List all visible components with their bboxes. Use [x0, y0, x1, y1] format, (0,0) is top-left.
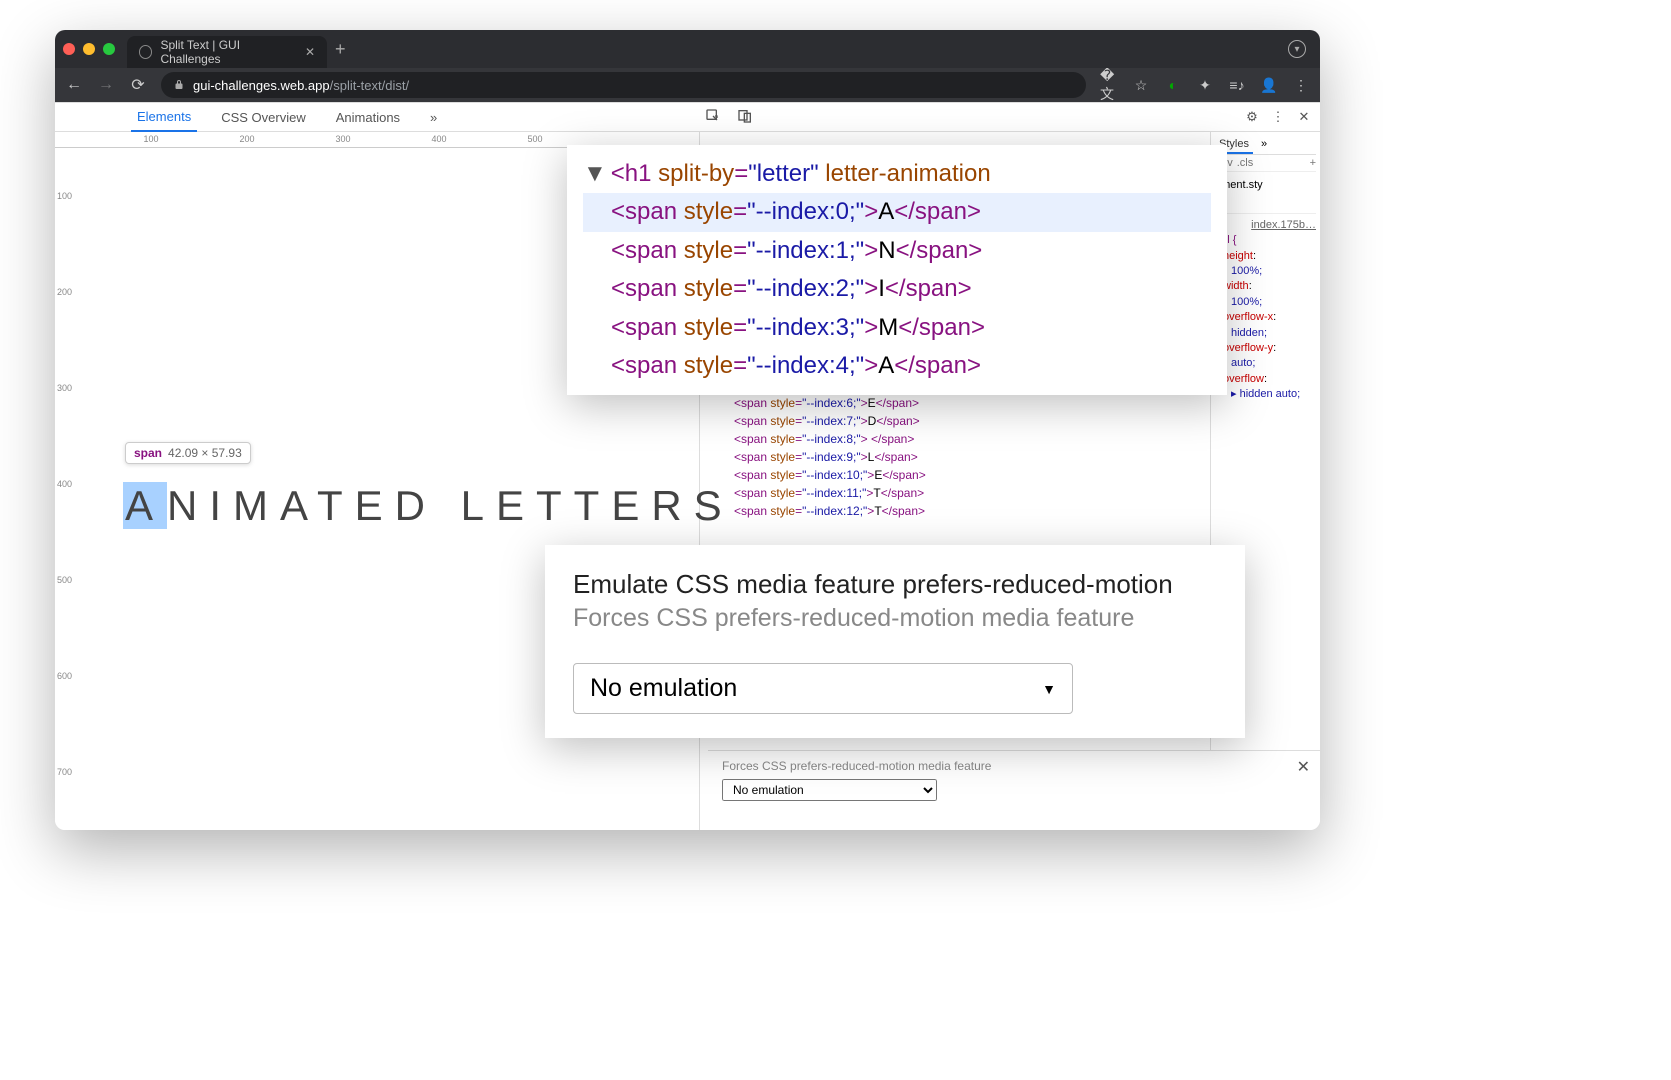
settings-icon[interactable]: ⚙	[1242, 109, 1262, 125]
emulate-select-value: No emulation	[590, 674, 737, 703]
heading-letter: T	[536, 482, 574, 529]
heading-letter: T	[317, 482, 355, 529]
new-tab-button[interactable]: +	[335, 39, 346, 60]
heading-letter: N	[167, 482, 209, 529]
device-toggle-icon[interactable]	[735, 108, 755, 127]
css-declaration[interactable]: overflow:▸ hidden auto;	[1215, 372, 1316, 403]
back-button[interactable]: ←	[65, 76, 83, 94]
extension-icon[interactable]: ◐	[1164, 76, 1182, 94]
browser-tab[interactable]: Split Text | GUI Challenges ✕	[127, 36, 327, 68]
emulate-title: Emulate CSS media feature prefers-reduce…	[573, 569, 1217, 600]
reload-button[interactable]: ⟳	[129, 75, 147, 95]
tooltip-dimensions: 42.09 × 57.93	[168, 446, 242, 460]
heading-letter: L	[461, 482, 496, 529]
dom-span-line[interactable]: <span style="--index:3;">M</span>	[583, 309, 1211, 347]
heading-letter: T	[574, 482, 612, 529]
close-window-icon[interactable]	[63, 43, 75, 55]
tab-elements[interactable]: Elements	[131, 102, 197, 132]
heading-letter: E	[496, 482, 536, 529]
minimize-window-icon[interactable]	[83, 43, 95, 55]
emulate-subtitle: Forces CSS prefers-reduced-motion media …	[573, 604, 1217, 633]
dom-span-line[interactable]: <span style="--index:11;">T</span>	[706, 484, 1204, 502]
close-drawer-icon[interactable]: ✕	[1297, 757, 1310, 777]
heading-letter: E	[611, 482, 651, 529]
profile-icon[interactable]: 👤	[1260, 76, 1278, 94]
dom-h1-line: ▼<h1 split-by="letter" letter-animation	[583, 155, 1211, 193]
address-bar: ← → ⟳ gui-challenges.web.app/split-text/…	[55, 68, 1320, 102]
magnified-dom-overlay: ▼<h1 split-by="letter" letter-animation …	[567, 145, 1227, 395]
expand-triangle-icon[interactable]: ▼	[583, 160, 607, 187]
heading-letter: I	[209, 482, 233, 529]
heading-letter: S	[694, 482, 734, 529]
dom-span-line[interactable]: <span style="--index:10;">E</span>	[706, 466, 1204, 484]
heading-letter: A	[280, 482, 317, 529]
more-styles-tab[interactable]: »	[1257, 136, 1271, 154]
reading-list-icon[interactable]: ≡♪	[1228, 76, 1246, 94]
translate-icon[interactable]: �文	[1100, 76, 1118, 94]
cls-toggle[interactable]: .cls	[1237, 157, 1254, 169]
heading-letter: R	[651, 482, 693, 529]
dom-span-line[interactable]: <span style="--index:2;">I</span>	[583, 270, 1211, 308]
kebab-icon[interactable]: ⋮	[1268, 109, 1288, 125]
inspect-icon[interactable]	[703, 108, 723, 127]
inspect-tooltip: span 42.09 × 57.93	[125, 442, 251, 464]
dom-span-line[interactable]: <span style="--index:4;">A</span>	[583, 347, 1211, 385]
stylesheet-link[interactable]: index.175b…	[1215, 218, 1316, 233]
tab-title: Split Text | GUI Challenges	[160, 38, 296, 66]
heading-letter: E	[355, 482, 395, 529]
account-menu-icon[interactable]: ▾	[1288, 40, 1306, 58]
tab-bar: Split Text | GUI Challenges ✕ + ▾	[55, 30, 1320, 68]
chevron-down-icon: ▼	[1042, 681, 1056, 697]
heading-letter: D	[395, 482, 437, 529]
emulate-overlay: Emulate CSS media feature prefers-reduce…	[545, 545, 1245, 738]
emulation-select[interactable]: No emulation	[722, 779, 937, 801]
add-rule-button[interactable]: +	[1310, 157, 1316, 169]
css-declaration[interactable]: overflow-y:auto;	[1215, 341, 1316, 372]
favicon-icon	[139, 45, 152, 59]
dom-span-line[interactable]: <span style="--index:9;">L</span>	[706, 448, 1204, 466]
tab-css-overview[interactable]: CSS Overview	[215, 102, 312, 132]
traffic-lights[interactable]	[63, 43, 115, 55]
page-heading: ANIMATED LETTERS	[123, 482, 734, 530]
emulate-select[interactable]: No emulation ▼	[573, 663, 1073, 714]
url-text: gui-challenges.web.app/split-text/dist/	[193, 78, 409, 93]
extensions-icon[interactable]: ✦	[1196, 76, 1214, 94]
styles-rules[interactable]: ement.sty { index.175b… tml { height:100…	[1215, 172, 1316, 402]
dom-span-line[interactable]: <span style="--index:6;">E</span>	[706, 394, 1204, 412]
url-input[interactable]: gui-challenges.web.app/split-text/dist/	[161, 72, 1086, 98]
maximize-window-icon[interactable]	[103, 43, 115, 55]
toolbar-right: �文 ☆ ◐ ✦ ≡♪ 👤 ⋮	[1100, 76, 1310, 94]
css-declaration[interactable]: height:100%;	[1215, 249, 1316, 280]
close-devtools-icon[interactable]: ✕	[1294, 109, 1314, 125]
close-tab-icon[interactable]: ✕	[305, 45, 315, 59]
dom-span-line[interactable]: <span style="--index:0;">A</span>	[583, 193, 1211, 231]
css-declaration[interactable]: overflow-x:hidden;	[1215, 310, 1316, 341]
dom-span-line[interactable]: <span style="--index:8;"> </span>	[706, 430, 1204, 448]
dom-span-line[interactable]: <span style="--index:1;">N</span>	[583, 232, 1211, 270]
menu-icon[interactable]: ⋮	[1292, 76, 1310, 94]
vertical-ruler: 100 200 300 400 500 600 700 800	[55, 148, 75, 830]
css-declaration[interactable]: width:100%;	[1215, 279, 1316, 310]
tooltip-tag: span	[134, 446, 162, 460]
rendering-desc: Forces CSS prefers-reduced-motion media …	[722, 759, 1306, 773]
heading-letter	[437, 482, 461, 529]
devtools-toolbar: Elements CSS Overview Animations » ⚙ ⋮ ✕	[55, 102, 1320, 132]
heading-letter: M	[233, 482, 280, 529]
tab-more[interactable]: »	[424, 102, 443, 132]
heading-letter: A	[123, 482, 167, 529]
dom-span-line[interactable]: <span style="--index:12;">T</span>	[706, 502, 1204, 520]
tab-animations[interactable]: Animations	[330, 102, 406, 132]
rendering-panel: ✕ Forces CSS prefers-reduced-motion medi…	[708, 750, 1320, 830]
bookmark-icon[interactable]: ☆	[1132, 76, 1150, 94]
forward-button[interactable]: →	[97, 76, 115, 94]
devtools-tabs: Elements CSS Overview Animations »	[131, 102, 443, 132]
dom-span-line[interactable]: <span style="--index:7;">D</span>	[706, 412, 1204, 430]
lock-icon	[173, 79, 185, 91]
